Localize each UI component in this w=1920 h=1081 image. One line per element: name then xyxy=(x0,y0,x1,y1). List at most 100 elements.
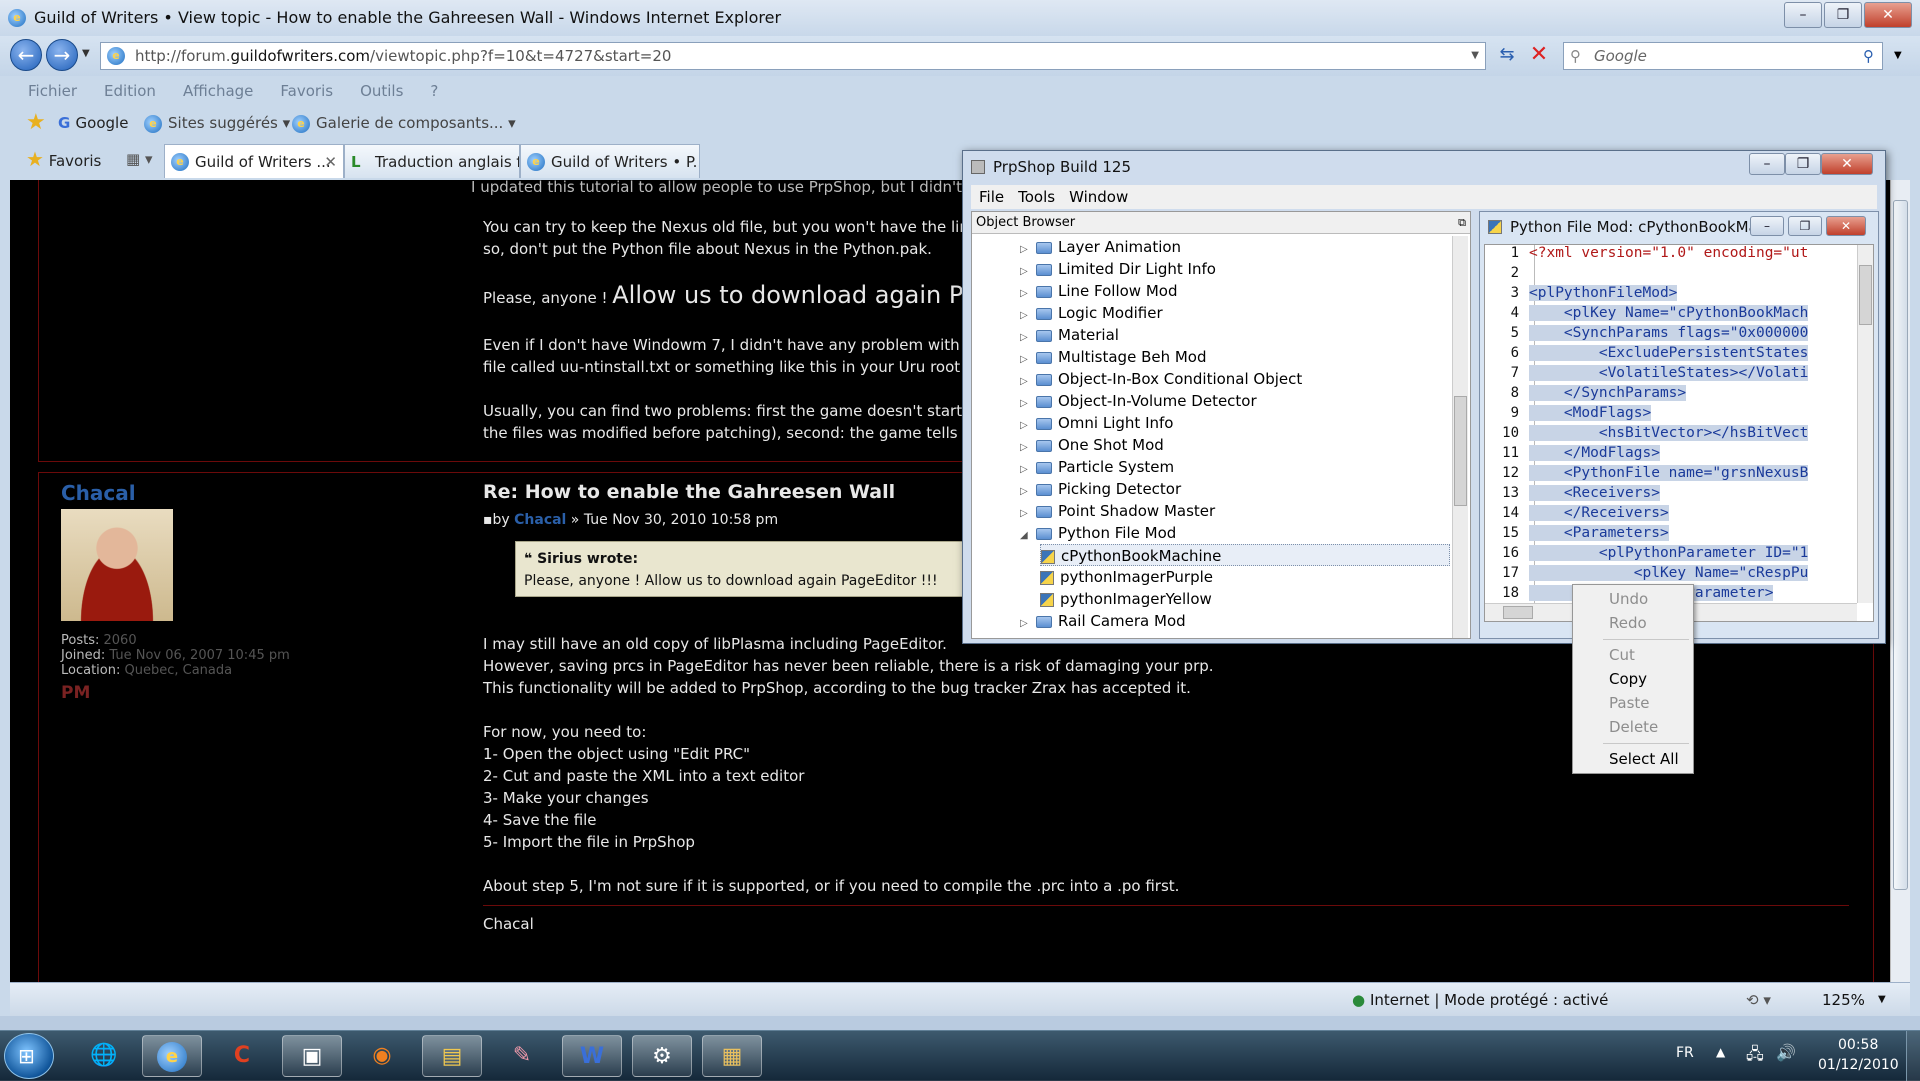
tab-guild-of-writers[interactable]: e Guild of Writers ... ✕ xyxy=(164,144,344,178)
minimize-button[interactable]: – xyxy=(1784,2,1822,28)
add-favorite-icon[interactable]: ★ xyxy=(26,106,46,140)
pm-button[interactable]: PM xyxy=(61,683,90,703)
menu-item-undo[interactable]: Undo xyxy=(1573,587,1693,611)
menu-item-select-all[interactable]: Select All xyxy=(1573,747,1693,771)
tree-item-layer-animation[interactable]: ▷ Layer Animation xyxy=(1020,236,1450,258)
google-link[interactable]: G Google xyxy=(58,106,128,140)
input-language[interactable]: FR xyxy=(1676,1045,1694,1061)
tree-item-material[interactable]: ▷ Material xyxy=(1020,324,1450,346)
menu-item-copy[interactable]: Copy xyxy=(1573,667,1693,691)
history-dropdown-icon[interactable]: ▼ xyxy=(82,48,90,59)
clock-date[interactable]: 01/12/2010 xyxy=(1818,1057,1899,1073)
tree-item-python-file-mod[interactable]: ◢ Python File Mod xyxy=(1020,522,1450,544)
post-author-link[interactable]: Chacal xyxy=(514,512,566,528)
tree-scroll-thumb[interactable] xyxy=(1454,396,1467,506)
tree-item-rail-camera-mod[interactable]: ▷ Rail Camera Mod xyxy=(1020,610,1450,632)
tree-item-one-shot-mod[interactable]: ▷ One Shot Mod xyxy=(1020,434,1450,456)
menu-item-paste[interactable]: Paste xyxy=(1573,691,1693,715)
network-icon[interactable]: 🖧 xyxy=(1746,1043,1764,1070)
forward-button[interactable]: → xyxy=(46,39,78,71)
collapse-arrow-icon[interactable]: ◢ xyxy=(1020,525,1036,547)
editor-hscroll-thumb[interactable] xyxy=(1503,606,1533,619)
tree-item-omni-light-info[interactable]: ▷ Omni Light Info xyxy=(1020,412,1450,434)
expand-arrow-icon[interactable]: ▷ xyxy=(1020,613,1036,635)
pfm-close-button[interactable]: ✕ xyxy=(1826,216,1866,236)
editor-vscrollbar[interactable] xyxy=(1857,245,1873,603)
tree-item-picking-detector[interactable]: ▷ Picking Detector xyxy=(1020,478,1450,500)
tree-item-pythonimagerpurple[interactable]: pythonImagerPurple xyxy=(1040,566,1450,588)
volume-icon[interactable]: 🔊 xyxy=(1776,1043,1796,1062)
tree-item-object-in-volume[interactable]: ▷ Object-In-Volume Detector xyxy=(1020,390,1450,412)
tree-item-cpythonbookmachine[interactable]: cPythonBookMachine xyxy=(1040,544,1450,566)
scroll-thumb[interactable] xyxy=(1893,200,1908,890)
tab-close-icon[interactable]: ✕ xyxy=(324,145,337,178)
clock-time[interactable]: 00:58 xyxy=(1838,1037,1878,1053)
tree-item-pythonimageryellow[interactable]: pythonImagerYellow xyxy=(1040,588,1450,610)
editor-vscroll-thumb[interactable] xyxy=(1859,265,1872,325)
menu-affichage[interactable]: Affichage xyxy=(183,82,253,100)
menu-edition[interactable]: Edition xyxy=(104,82,156,100)
popup-blocker-icon[interactable]: ⟲ ▾ xyxy=(1746,983,1771,1017)
address-bar[interactable]: e http://forum.guildofwriters.com/viewto… xyxy=(100,42,1486,70)
back-button[interactable]: ← xyxy=(10,39,42,71)
taskbar-prpshop-icon[interactable]: ▦ xyxy=(702,1035,762,1077)
start-button[interactable]: ⊞ xyxy=(4,1033,54,1079)
post-title[interactable]: Re: How to enable the Gahreesen Wall xyxy=(483,481,895,503)
menu-item-cut[interactable]: Cut xyxy=(1573,643,1693,667)
tree-item-point-shadow-master[interactable]: ▷ Point Shadow Master xyxy=(1020,500,1450,522)
taskbar-firefox-icon[interactable]: ◉ xyxy=(352,1035,412,1077)
tree-item-multistage-beh-mod[interactable]: ▷ Multistage Beh Mod xyxy=(1020,346,1450,368)
menu-item-delete[interactable]: Delete xyxy=(1573,715,1693,739)
prpshop-maximize-button[interactable]: ❐ xyxy=(1785,153,1821,175)
show-desktop-button[interactable] xyxy=(1906,1031,1920,1081)
maximize-button[interactable]: ❐ xyxy=(1824,2,1862,28)
menu-favoris[interactable]: Favoris xyxy=(280,82,333,100)
taskbar-google-earth-icon[interactable]: 🌐 xyxy=(74,1035,134,1077)
taskbar-settings-icon[interactable]: ⚙ xyxy=(632,1035,692,1077)
tree-item-object-in-box[interactable]: ▷ Object-In-Box Conditional Object xyxy=(1020,368,1450,390)
taskbar-explorer-icon[interactable]: ▤ xyxy=(422,1035,482,1077)
pfm-minimize-button[interactable]: – xyxy=(1750,216,1784,236)
menu-outils[interactable]: Outils xyxy=(360,82,403,100)
menu-help[interactable]: ? xyxy=(430,82,438,100)
close-button[interactable]: ✕ xyxy=(1864,2,1912,28)
folder-icon xyxy=(1036,417,1052,430)
quick-tabs-icon[interactable]: ▦ ▾ xyxy=(126,142,152,176)
tree-item-particle-system[interactable]: ▷ Particle System xyxy=(1020,456,1450,478)
zoom-level[interactable]: 125% xyxy=(1822,983,1865,1017)
tree-item-logic-modifier[interactable]: ▷ Logic Modifier xyxy=(1020,302,1450,324)
search-options-icon[interactable]: ▼ xyxy=(1894,50,1902,61)
taskbar-ie-icon[interactable]: e xyxy=(142,1035,202,1077)
taskbar-word-icon[interactable]: W xyxy=(562,1035,622,1077)
menu-item-redo[interactable]: Redo xyxy=(1573,611,1693,635)
search-input[interactable]: ⚲ Google ⚲ xyxy=(1563,42,1883,70)
taskbar-app-window-icon[interactable]: ▣ xyxy=(282,1035,342,1077)
tab-guild-of-writers-2[interactable]: e Guild of Writers • P... xyxy=(520,144,700,178)
prpshop-close-button[interactable]: ✕ xyxy=(1821,153,1873,175)
menu-tools[interactable]: Tools xyxy=(1018,188,1055,206)
xml-editor[interactable]: 1 <?xml version="1.0" encoding="ut 2 3 <pl… xyxy=(1484,244,1874,622)
search-icon[interactable]: ⚲ xyxy=(1863,43,1874,69)
tab-traduction[interactable]: L Traduction anglais f... xyxy=(344,144,520,178)
taskbar-ccleaner-icon[interactable]: C xyxy=(212,1035,272,1077)
gallery-link[interactable]: e Galerie de composants... ▾ xyxy=(292,106,516,140)
menu-window[interactable]: Window xyxy=(1069,188,1128,206)
tree-item-limited-dir-light[interactable]: ▷ Limited Dir Light Info xyxy=(1020,258,1450,280)
prpshop-minimize-button[interactable]: – xyxy=(1749,153,1785,175)
pfm-maximize-button[interactable]: ❐ xyxy=(1788,216,1822,236)
menu-fichier[interactable]: Fichier xyxy=(28,82,77,100)
author-name[interactable]: Chacal xyxy=(61,481,136,505)
tree-scrollbar[interactable] xyxy=(1452,236,1468,638)
page-scrollbar[interactable] xyxy=(1890,180,1910,982)
menu-file[interactable]: File xyxy=(979,188,1004,206)
show-hidden-icons-icon[interactable]: ▲ xyxy=(1716,1045,1725,1059)
taskbar-paint-icon[interactable]: ✎ xyxy=(492,1035,552,1077)
tree-item-line-follow-mod[interactable]: ▷ Line Follow Mod xyxy=(1020,280,1450,302)
suggested-sites-link[interactable]: e Sites suggérés ▾ xyxy=(144,106,290,140)
stop-icon[interactable]: ✕ xyxy=(1526,42,1552,68)
zoom-dropdown-icon[interactable]: ▼ xyxy=(1878,983,1886,1017)
address-dropdown-icon[interactable]: ▼ xyxy=(1471,43,1479,69)
favorites-button[interactable]: ★ Favoris xyxy=(26,142,101,178)
undock-icon[interactable]: ⧉ xyxy=(1458,212,1466,234)
refresh-icon[interactable]: ⇆ xyxy=(1494,44,1520,68)
